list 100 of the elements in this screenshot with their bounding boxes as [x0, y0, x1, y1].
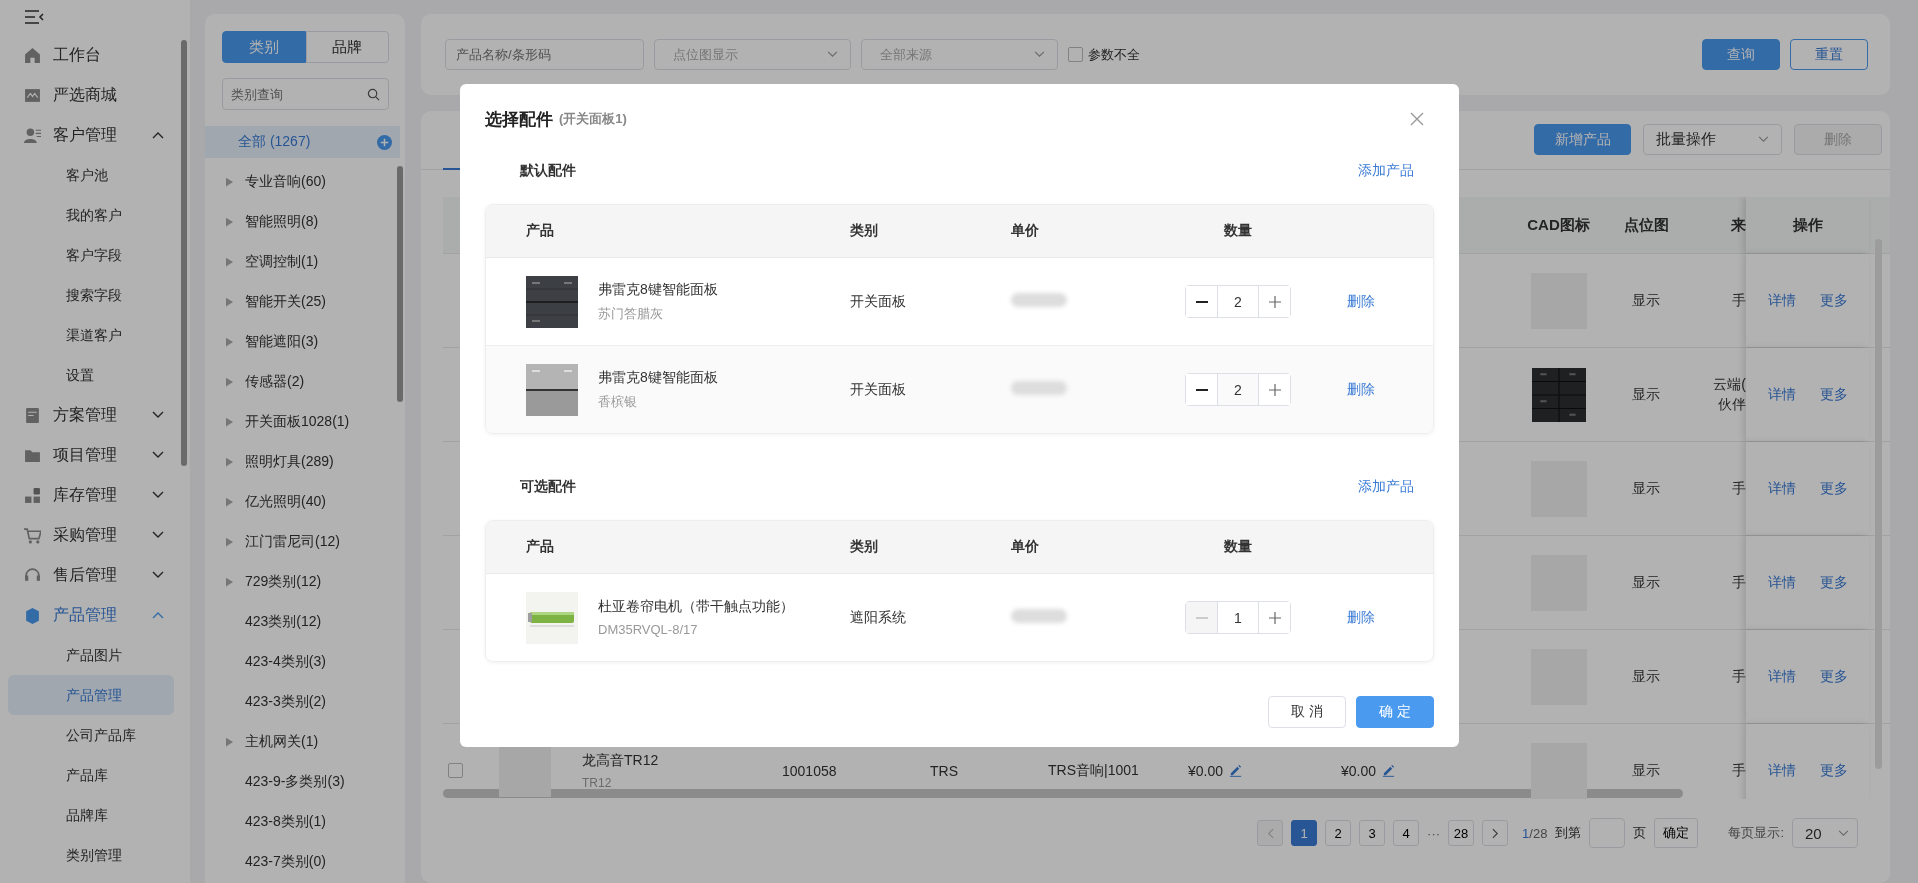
category-item[interactable]: 423-7类别(0)	[245, 853, 400, 871]
increment-button[interactable]	[1259, 374, 1290, 405]
cube-icon	[24, 606, 41, 624]
scrollbar[interactable]	[443, 789, 1683, 798]
expand-arrow-icon[interactable]	[226, 337, 233, 347]
expand-arrow-icon[interactable]	[226, 577, 233, 587]
expand-arrow-icon[interactable]	[226, 297, 233, 307]
nav-item[interactable]: 产品管理	[0, 595, 178, 635]
reset-button[interactable]: 重置	[1790, 39, 1868, 70]
page-input[interactable]	[1589, 818, 1626, 848]
category-item[interactable]: 423类别(12)	[245, 613, 400, 631]
nav-item[interactable]: 库存管理	[0, 475, 178, 515]
category-item[interactable]: 智能遮阳(3)	[245, 333, 400, 351]
nav-item[interactable]: 方案管理	[0, 395, 178, 435]
expand-arrow-icon[interactable]	[226, 497, 233, 507]
table-link[interactable]: 详情	[1767, 385, 1796, 404]
nav-item[interactable]: 项目管理	[0, 435, 178, 475]
nav-subitem[interactable]: 类别管理	[8, 835, 174, 875]
expand-arrow-icon[interactable]	[226, 417, 233, 427]
delete-link[interactable]: 删除	[1347, 608, 1375, 627]
nav-item[interactable]: 采购管理	[0, 515, 178, 555]
close-icon[interactable]	[1410, 112, 1424, 126]
category-item[interactable]: 主机网关(1)	[245, 733, 400, 751]
category-item[interactable]: 开关面板1028(1)	[245, 413, 400, 431]
page-size-select[interactable]: 20	[1792, 818, 1858, 848]
page-unit: 页	[1633, 824, 1647, 842]
search-field[interactable]: 类别查询	[222, 78, 389, 110]
menu-icon[interactable]	[24, 10, 44, 24]
scrollbar[interactable]	[397, 166, 403, 402]
category-item[interactable]: 亿光照明(40)	[245, 493, 400, 511]
page-button[interactable]: 2	[1325, 820, 1352, 846]
checkbox[interactable]	[1068, 47, 1083, 62]
nav-subitem[interactable]: 设置	[8, 355, 174, 395]
table-link[interactable]: 更多	[1819, 761, 1848, 780]
category-item[interactable]: 专业音响(60)	[245, 173, 400, 191]
table-link[interactable]: 更多	[1819, 667, 1848, 686]
previous-page-button[interactable]	[1257, 820, 1284, 846]
category-item[interactable]: 江门雷尼司(12)	[245, 533, 400, 551]
category-item[interactable]: 729类别(12)	[245, 573, 400, 591]
expand-arrow-icon[interactable]	[226, 257, 233, 267]
cancel-button[interactable]: 取 消	[1268, 696, 1346, 728]
expand-arrow-icon[interactable]	[226, 377, 233, 387]
nav-item[interactable]: 售后管理	[0, 555, 178, 595]
category-item[interactable]: 423-8类别(1)	[245, 813, 400, 831]
nav-subitem[interactable]: 客户字段	[8, 235, 174, 275]
ellipsis[interactable]: ···	[1427, 825, 1441, 841]
nav-subitem[interactable]: 产品库	[8, 755, 174, 795]
add-product-link[interactable]: 添加产品	[1358, 478, 1414, 496]
table-link[interactable]: 更多	[1819, 385, 1848, 404]
pencil-icon[interactable]	[1229, 764, 1243, 777]
page-button[interactable]: 3	[1359, 820, 1386, 846]
expand-arrow-icon[interactable]	[226, 177, 233, 187]
search-field[interactable]: 产品名称/条形码	[445, 39, 644, 70]
expand-arrow-icon[interactable]	[226, 537, 233, 547]
confirm-button[interactable]: 确定	[1654, 818, 1699, 848]
category-item[interactable]: 空调控制(1)	[245, 253, 400, 271]
table-link[interactable]: 详情	[1767, 291, 1796, 310]
category-item[interactable]: 智能开关(25)	[245, 293, 400, 311]
table-link[interactable]: 详情	[1767, 479, 1796, 498]
nav-subitem[interactable]: 品牌库	[8, 795, 174, 835]
nav-item[interactable]: 客户管理	[0, 115, 178, 155]
nav-item[interactable]: 工作台	[0, 35, 178, 75]
decrement-button[interactable]	[1186, 374, 1217, 405]
add-icon[interactable]	[377, 134, 392, 150]
table-link[interactable]: 更多	[1819, 479, 1848, 498]
dialog-title: 选择配件	[485, 108, 553, 131]
page-button[interactable]: 1	[1291, 820, 1318, 846]
nav-subitem[interactable]: 搜索字段	[8, 275, 174, 315]
category-item[interactable]: 423-9-多类别(3)	[245, 773, 400, 791]
page-button[interactable]: 28	[1448, 820, 1475, 846]
add-product-link[interactable]: 添加产品	[1358, 162, 1414, 180]
tab[interactable]: 品牌	[305, 31, 389, 63]
select-field[interactable]: 批量操作	[1643, 124, 1782, 155]
expand-arrow-icon[interactable]	[226, 457, 233, 467]
category-item[interactable]: 照明灯具(289)	[245, 453, 400, 471]
category-item[interactable]: 传感器(2)	[245, 373, 400, 391]
nav-subitem[interactable]: 公司产品库	[8, 715, 174, 755]
next-page-button[interactable]	[1482, 820, 1509, 846]
delete-link[interactable]: 删除	[1347, 380, 1375, 399]
table-link[interactable]: 详情	[1767, 761, 1796, 780]
nav-subitem[interactable]: 我的客户	[8, 195, 174, 235]
table-link[interactable]: 详情	[1767, 573, 1796, 592]
scrollbar[interactable]	[181, 40, 187, 466]
nav-subitem[interactable]: 产品图片	[8, 635, 174, 675]
category-item[interactable]: 423-3类别(2)	[245, 693, 400, 711]
table-link[interactable]: 详情	[1767, 667, 1796, 686]
pencil-icon[interactable]	[1382, 764, 1396, 777]
delete-link[interactable]: 删除	[1347, 292, 1375, 311]
expand-arrow-icon[interactable]	[226, 737, 233, 747]
nav-subitem[interactable]: 渠道客户	[8, 315, 174, 355]
nav-subitem[interactable]: 客户池	[8, 155, 174, 195]
page-button[interactable]: 4	[1393, 820, 1420, 846]
category-item[interactable]: 423-4类别(3)	[245, 653, 400, 671]
table-link[interactable]: 更多	[1819, 573, 1848, 592]
nav-item[interactable]: 严选商城	[0, 75, 178, 115]
category-item[interactable]: 智能照明(8)	[245, 213, 400, 231]
table-link[interactable]: 更多	[1819, 291, 1848, 310]
product-variant: DM35RVQL-8/17	[598, 622, 699, 637]
checkbox[interactable]	[447, 763, 463, 778]
expand-arrow-icon[interactable]	[226, 217, 233, 227]
